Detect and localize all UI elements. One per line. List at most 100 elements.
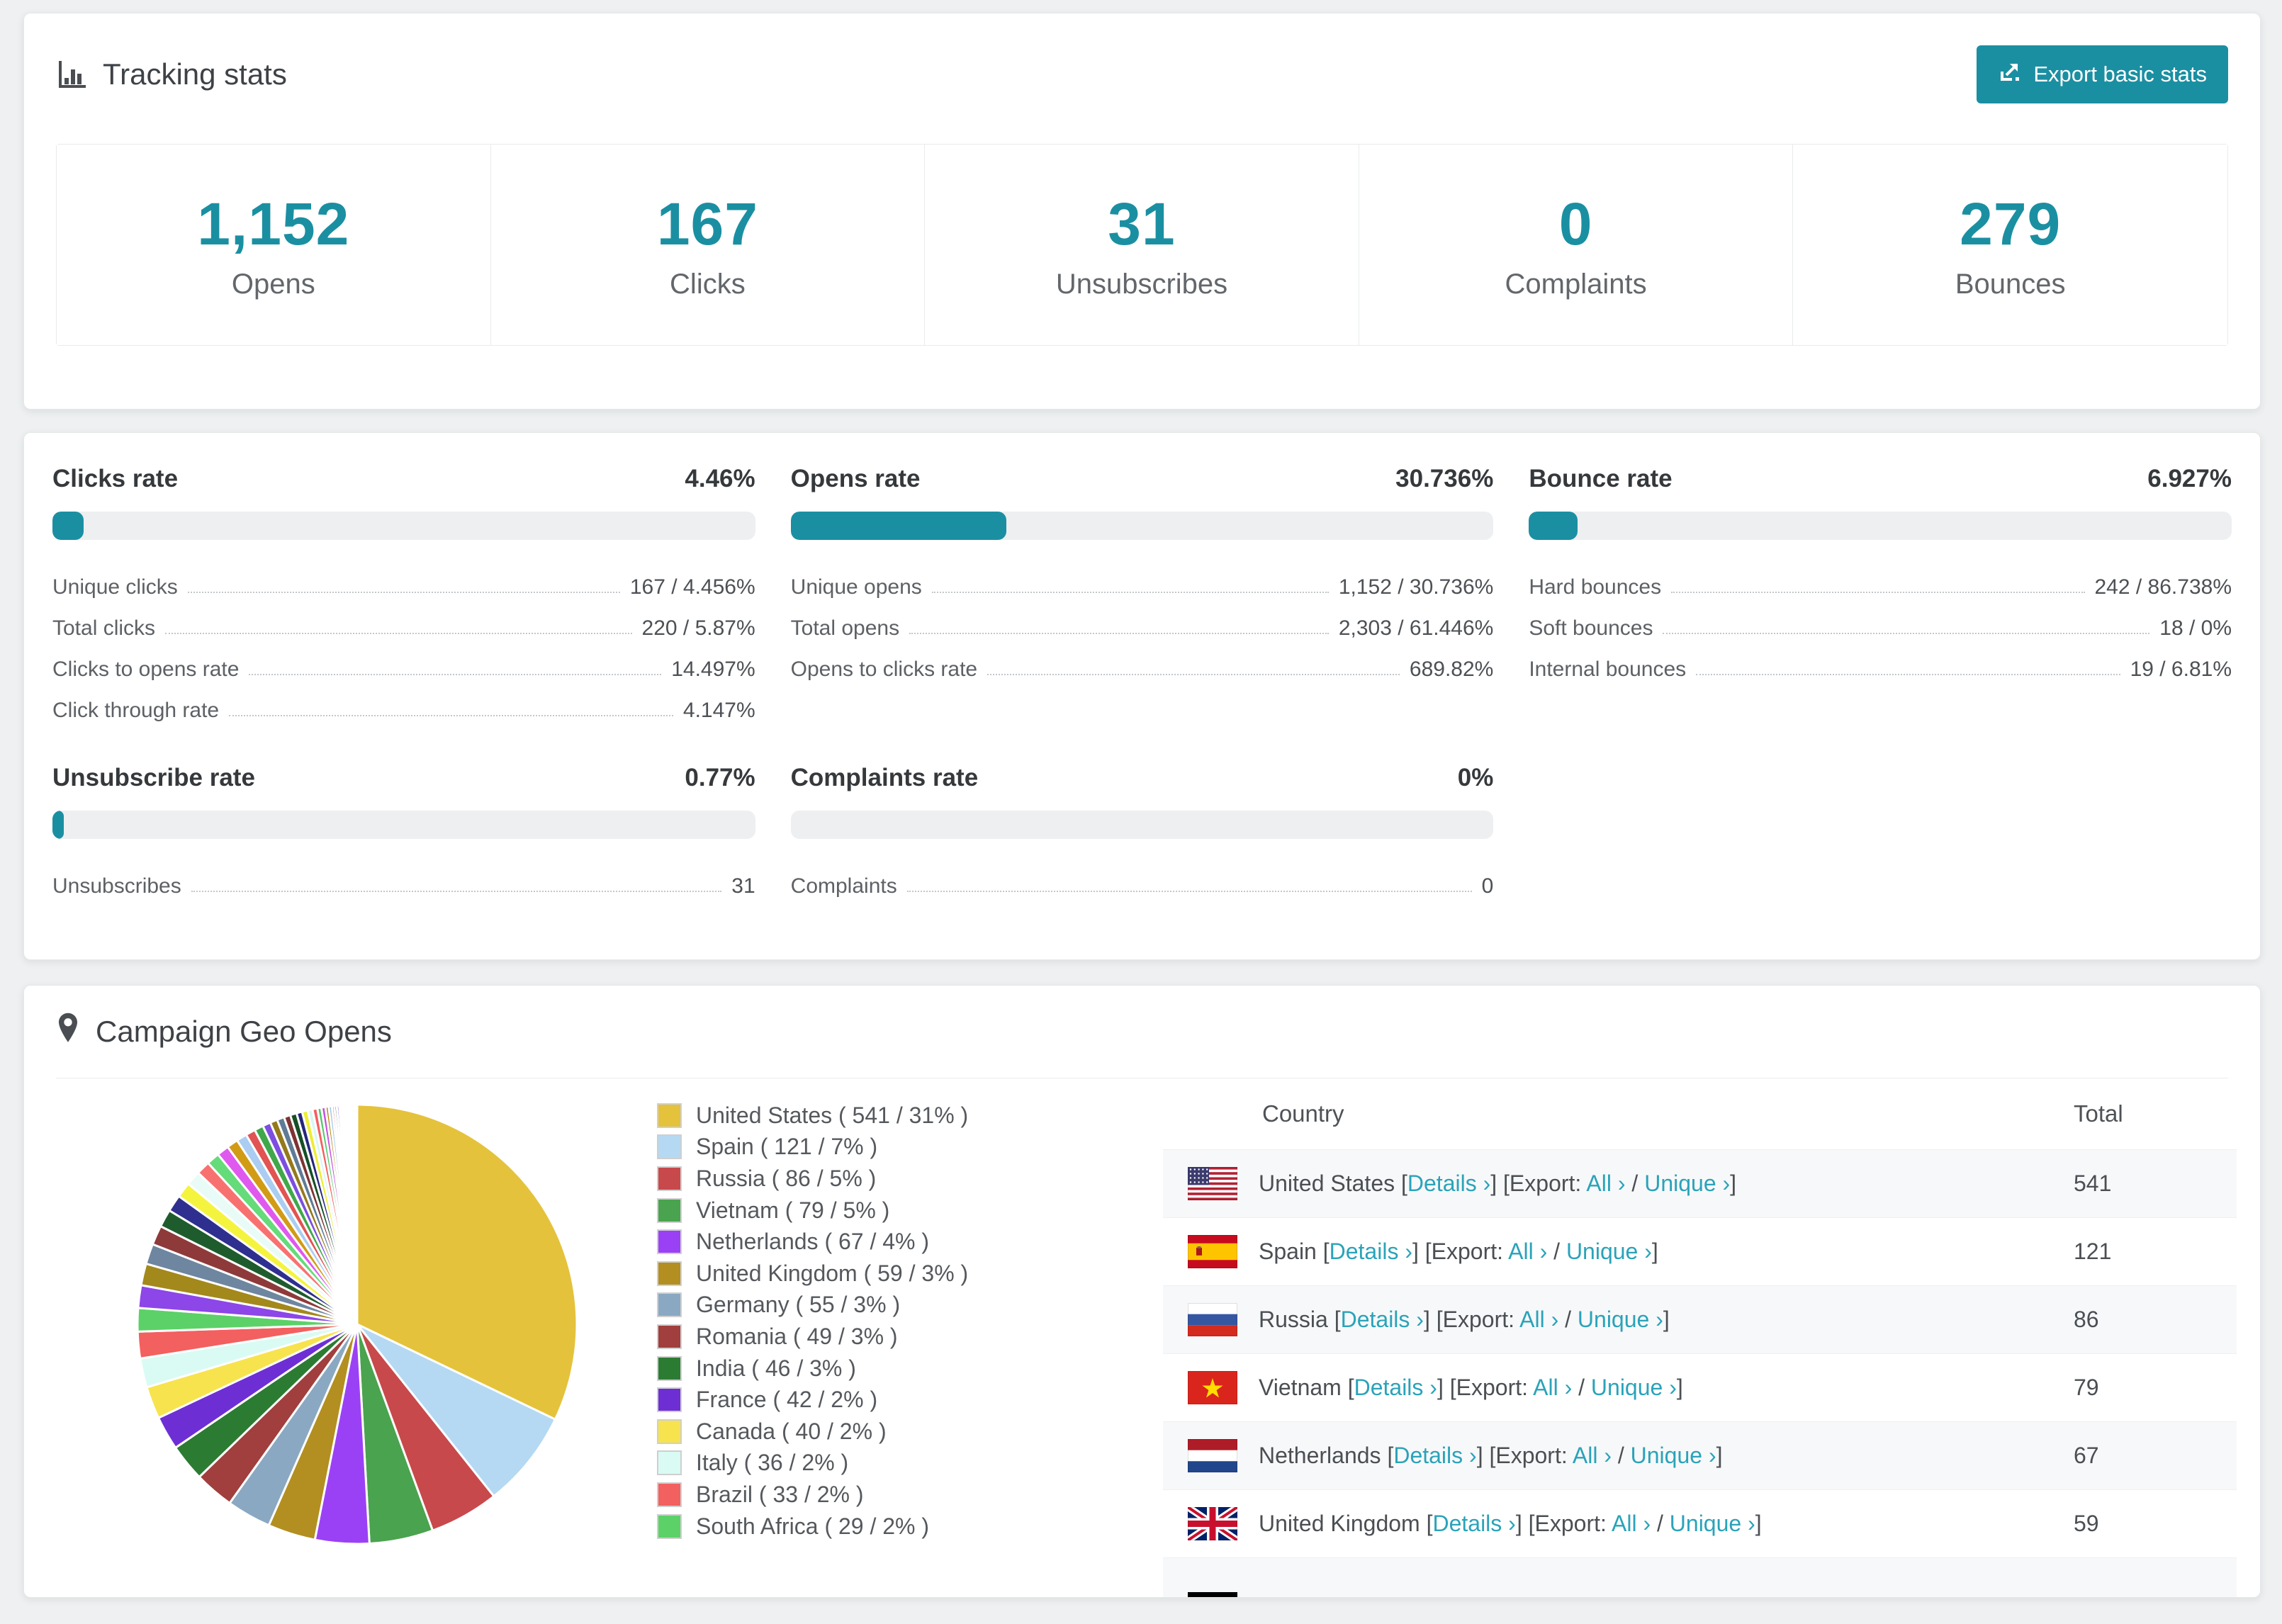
rate-detail-label: Clicks to opens rate	[52, 658, 240, 681]
rate-detail-rows: Hard bounces 242 / 86.738% Soft bounces 18 …	[1529, 558, 2232, 682]
legend-item-netherlands[interactable]: Netherlands ( 67 / 4% )	[657, 1226, 968, 1258]
details-link[interactable]: Details ›	[1393, 1443, 1476, 1468]
rate-detail-value: 220 / 5.87%	[641, 616, 755, 640]
legend-swatch	[657, 1292, 682, 1318]
export-unique-link[interactable]: Unique ›	[1644, 1171, 1730, 1196]
legend-swatch	[657, 1450, 682, 1476]
bracket-text: [	[1327, 1307, 1341, 1332]
details-link[interactable]: Details ›	[1364, 1596, 1447, 1597]
rate-detail-label: Hard bounces	[1529, 575, 1662, 599]
details-link[interactable]: Details ›	[1407, 1171, 1490, 1196]
rate-value: 4.46%	[685, 465, 755, 492]
legend-label: Vietnam ( 79 / 5% )	[696, 1197, 890, 1223]
rate-detail-row: Unsubscribes 31	[52, 857, 755, 898]
bracket-text: ] [Export:	[1423, 1307, 1520, 1332]
rate-detail-label: Complaints	[790, 874, 897, 898]
rate-detail-row: Hard bounces 242 / 86.738%	[1529, 558, 2232, 599]
table-row-ru: Russia [Details ›] [Export: All › / Uniq…	[1163, 1285, 2237, 1353]
rate-detail-value: 242 / 86.738%	[2094, 575, 2232, 599]
bracket-text: ] [Export:	[1412, 1239, 1509, 1264]
progress-bar-fill	[790, 512, 1007, 540]
separator-text: /	[1547, 1239, 1566, 1264]
bracket-text: ]	[1716, 1443, 1723, 1468]
legend-swatch	[657, 1324, 682, 1349]
country-cell: United Kingdom [Details ›] [Export: All …	[1259, 1511, 2074, 1537]
legend-item-russia[interactable]: Russia ( 86 / 5% )	[657, 1163, 968, 1195]
export-all-link[interactable]: All ›	[1533, 1375, 1572, 1400]
rate-block-clicks-rate: Clicks rate 4.46% Unique clicks 167 / 4.456…	[52, 465, 755, 723]
rate-value: 0%	[1457, 764, 1494, 791]
export-basic-stats-button[interactable]: Export basic stats	[1977, 45, 2228, 103]
export-all-link[interactable]: All ›	[1508, 1239, 1547, 1264]
bracket-text: [	[1352, 1596, 1364, 1597]
dotted-leader	[1671, 592, 2085, 593]
legend-swatch	[657, 1387, 682, 1413]
legend-label: Brazil ( 33 / 2% )	[696, 1481, 864, 1507]
rate-detail-value: 19 / 6.81%	[2130, 658, 2232, 681]
rate-detail-label: Internal bounces	[1529, 658, 1687, 681]
legend-item-italy[interactable]: Italy ( 36 / 2% )	[657, 1448, 968, 1479]
legend-swatch	[657, 1419, 682, 1444]
legend-swatch	[657, 1513, 682, 1539]
bracket-text: ] [Export:	[1476, 1443, 1573, 1468]
export-unique-link[interactable]: Unique ›	[1591, 1375, 1677, 1400]
details-link[interactable]: Details ›	[1354, 1375, 1437, 1400]
rate-title: Clicks rate	[52, 465, 179, 492]
legend-item-romania[interactable]: Romania ( 49 / 3% )	[657, 1321, 968, 1353]
bracket-text: [	[1316, 1239, 1330, 1264]
separator-text: /	[1558, 1307, 1578, 1332]
rate-detail-value: 689.82%	[1409, 658, 1494, 681]
export-all-link[interactable]: All ›	[1544, 1596, 1583, 1597]
export-unique-link[interactable]: Unique ›	[1578, 1307, 1663, 1332]
details-link[interactable]: Details ›	[1330, 1239, 1412, 1264]
rate-title: Unsubscribe rate	[52, 764, 255, 791]
legend-item-germany[interactable]: Germany ( 55 / 3% )	[657, 1290, 968, 1321]
rate-detail-value: 167 / 4.456%	[629, 575, 755, 599]
table-row-vn: Vietnam [Details ›] [Export: All › / Uni…	[1163, 1353, 2237, 1421]
legend-item-india[interactable]: India ( 46 / 3% )	[657, 1353, 968, 1385]
legend-label: South Africa ( 29 / 2% )	[696, 1513, 930, 1539]
rate-detail-row: Soft bounces 18 / 0%	[1529, 599, 2232, 641]
legend-item-united-states[interactable]: United States ( 541 / 31% )	[657, 1100, 968, 1132]
bracket-text: ]	[1676, 1375, 1683, 1400]
bracket-text: ]	[1663, 1307, 1670, 1332]
legend-swatch	[657, 1229, 682, 1255]
separator-text: /	[1651, 1511, 1670, 1536]
export-unique-link[interactable]: Unique ›	[1602, 1596, 1687, 1597]
flag-gb-icon	[1188, 1507, 1237, 1540]
rate-detail-row: Complaints 0	[791, 857, 1494, 898]
legend-item-france[interactable]: France ( 42 / 2% )	[657, 1384, 968, 1416]
legend-label: Russia ( 86 / 5% )	[696, 1165, 877, 1191]
stat-value: 1,152	[197, 190, 350, 257]
legend-item-united-kingdom[interactable]: United Kingdom ( 59 / 3% )	[657, 1258, 968, 1290]
legend-item-brazil[interactable]: Brazil ( 33 / 2% )	[657, 1479, 968, 1511]
legend-label: United Kingdom ( 59 / 3% )	[696, 1260, 969, 1286]
export-all-link[interactable]: All ›	[1586, 1171, 1625, 1196]
details-link[interactable]: Details ›	[1341, 1307, 1424, 1332]
export-unique-link[interactable]: Unique ›	[1566, 1239, 1652, 1264]
stat-tile-bounces: 279 Bounces	[1793, 145, 2227, 345]
pie-slice-other[interactable]	[355, 1103, 359, 1326]
export-unique-link[interactable]: Unique ›	[1670, 1511, 1755, 1536]
export-all-link[interactable]: All ›	[1519, 1307, 1558, 1332]
legend-item-vietnam[interactable]: Vietnam ( 79 / 5% )	[657, 1195, 968, 1227]
export-icon	[1998, 60, 2022, 89]
details-link[interactable]: Details ›	[1432, 1511, 1515, 1536]
rate-detail-value: 18 / 0%	[2159, 616, 2232, 640]
rate-detail-row: Internal bounces 19 / 6.81%	[1529, 641, 2232, 682]
page-title: Tracking stats	[103, 57, 287, 91]
bracket-text: ]	[1730, 1171, 1737, 1196]
export-all-link[interactable]: All ›	[1612, 1511, 1651, 1536]
rate-title: Bounce rate	[1529, 465, 1673, 492]
export-unique-link[interactable]: Unique ›	[1631, 1443, 1716, 1468]
legend-item-spain[interactable]: Spain ( 121 / 7% )	[657, 1132, 968, 1163]
country-name: Germany	[1259, 1596, 1352, 1597]
legend-swatch	[657, 1482, 682, 1507]
bar-chart-icon	[56, 59, 87, 90]
dotted-leader	[187, 592, 620, 593]
legend-item-south-africa[interactable]: South Africa ( 29 / 2% )	[657, 1511, 968, 1543]
legend-item-canada[interactable]: Canada ( 40 / 2% )	[657, 1416, 968, 1448]
export-all-link[interactable]: All ›	[1573, 1443, 1612, 1468]
dotted-leader	[165, 633, 632, 634]
progress-bar-fill	[52, 811, 64, 839]
